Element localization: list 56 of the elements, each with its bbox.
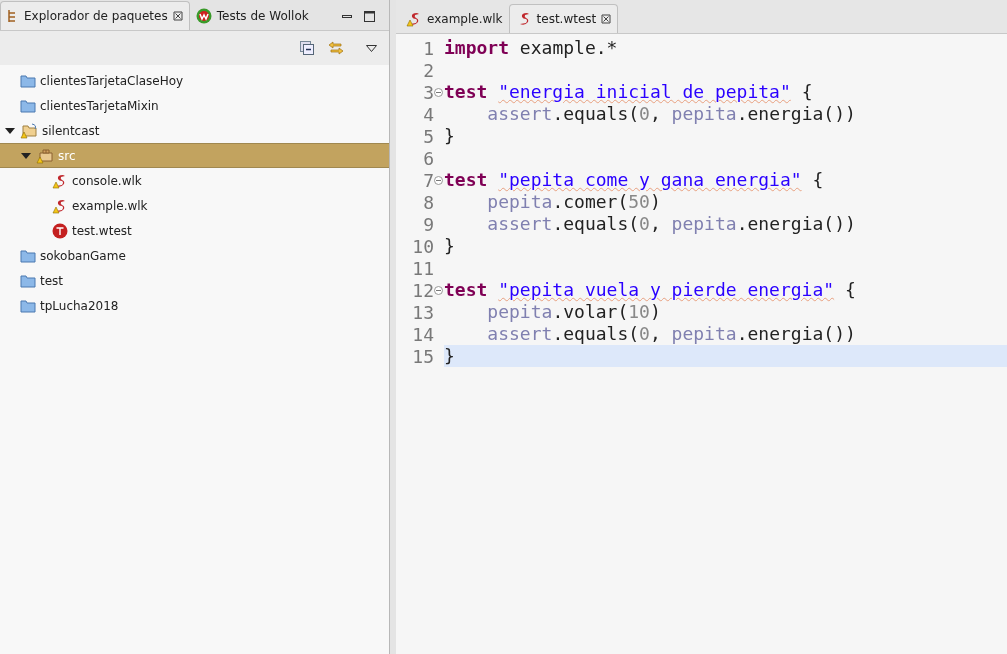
tree-item[interactable]: console.wlk — [0, 168, 389, 193]
line-number: 3 — [396, 81, 444, 103]
tree-item[interactable]: test — [0, 268, 389, 293]
line-number: 4 — [422, 103, 435, 125]
code-line: assert.equals(0, pepita.energia()) — [486, 323, 857, 345]
line-number: 6 — [422, 147, 435, 169]
line-number: 10 — [411, 235, 435, 257]
code-line: } — [444, 235, 456, 257]
view-tab[interactable]: Tests de Wollok — [189, 2, 315, 30]
code-line: test "energia inicial de pepita" { — [444, 81, 814, 103]
tree-item[interactable]: silentcast — [0, 118, 389, 143]
folder-icon — [20, 273, 36, 288]
view-tab[interactable]: Explorador de paquetes — [0, 1, 190, 30]
folder-icon — [20, 73, 36, 88]
code-line: pepita.comer(50) — [486, 191, 662, 213]
tree-item[interactable]: tpLucha2018 — [0, 293, 389, 318]
close-icon[interactable] — [601, 14, 612, 24]
close-icon[interactable] — [172, 11, 183, 21]
line-number: 1 — [422, 37, 435, 59]
wollok-logo-icon — [195, 8, 212, 24]
line-number: 5 — [422, 125, 435, 147]
code-line: } — [444, 125, 456, 147]
expanded-arrow-icon[interactable] — [21, 150, 31, 161]
editor-tab[interactable]: example.wlk — [400, 5, 509, 33]
tree-item[interactable]: clientesTarjetaMixin — [0, 93, 389, 118]
tree-item[interactable]: clientesTarjetaClaseHoy — [0, 68, 389, 93]
code-line: assert.equals(0, pepita.energia()) — [486, 103, 857, 125]
code-line: assert.equals(0, pepita.energia()) — [486, 213, 857, 235]
tree-item[interactable]: test.wtest — [0, 218, 389, 243]
package-icon — [36, 147, 54, 164]
code-line: test "pepita vuela y pierde energia" { — [444, 279, 857, 301]
maximize-icon[interactable] — [364, 10, 375, 22]
project-folder-icon — [20, 122, 38, 139]
line-number: 15 — [411, 345, 435, 367]
test-file-icon — [52, 222, 68, 239]
code-line: import example.* — [444, 37, 619, 59]
collapse-all-button[interactable] — [300, 41, 314, 55]
folder-icon — [20, 98, 36, 113]
folder-icon — [20, 248, 36, 263]
minimize-icon[interactable] — [342, 14, 352, 18]
line-number: 12 — [396, 279, 444, 301]
code-line: test "pepita come y gana energia" { — [444, 169, 825, 191]
line-number: 13 — [411, 301, 435, 323]
view-menu-button[interactable] — [366, 44, 377, 52]
expanded-arrow-icon[interactable] — [5, 125, 15, 136]
line-number: 7 — [396, 169, 444, 191]
line-number: 2 — [422, 59, 435, 81]
tree-item[interactable]: example.wlk — [0, 193, 389, 218]
line-number: 11 — [411, 257, 435, 279]
line-number: 9 — [422, 213, 435, 235]
tree-item[interactable]: sokobanGame — [0, 243, 389, 268]
folder-icon — [20, 298, 36, 313]
line-number: 8 — [422, 191, 435, 213]
editor-tab[interactable]: test.wtest — [508, 4, 619, 33]
line-number: 14 — [411, 323, 435, 345]
code-line: pepita.volar(10) — [486, 301, 662, 323]
